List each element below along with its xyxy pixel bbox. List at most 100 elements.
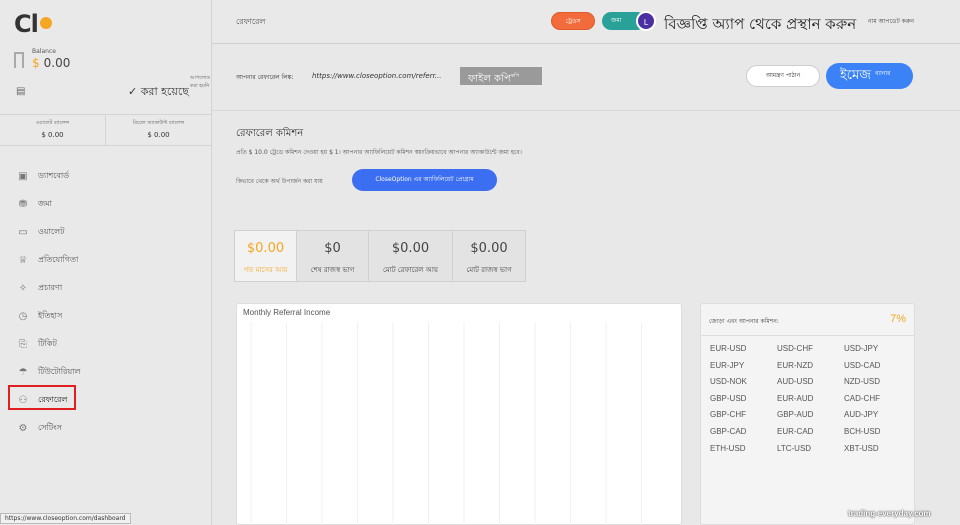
pairs-panel: জোড়া এবং আপনার কমিশন: 7% EUR-USD USD-CHF… (700, 303, 915, 525)
deposit-icon: ⛃ (18, 198, 28, 210)
sidebar-item-label: প্রতিযোগিতা (38, 254, 79, 264)
update-name-link[interactable]: নাম আপডেট করুন (868, 16, 914, 27)
divider (212, 110, 960, 111)
sidebar-item[interactable]: ◷ ইতিহাস (0, 302, 211, 330)
earn-text: কিভাবে থেকে অর্থ উপার্জন করা যায় (236, 178, 323, 185)
copy-sup: কপি (510, 73, 520, 79)
top-menu-text[interactable]: বিজ্ঞপ্তি অ্যাপ থেকে প্রস্থান করুন (664, 13, 856, 38)
sidebar-item[interactable]: ☂ টিউটোরিয়াল (0, 358, 211, 386)
real-account-balance: রিয়েল অ্যাকাউন্ট ব্যালেন্স $ 0.00 (106, 115, 211, 145)
stat-label: শেষ রাজস্ব ভাগ (310, 266, 355, 274)
commission-percent: 7% (890, 313, 906, 325)
pair-item: USD-JPY (844, 344, 879, 353)
wallet-balance: ওয়ালেট ব্যালেন্স $ 0.00 (0, 115, 106, 145)
sidebar-item-label: জমা (38, 198, 52, 208)
real-balance-value: $ 0.00 (147, 131, 170, 139)
sidebar-item[interactable]: ▣ ড্যাশবোর্ড (0, 162, 211, 190)
pair-item: EUR-NZD (777, 360, 813, 370)
topbar: রেফারেল ট্রেডস জমা L বিজ্ঞপ্তি অ্যাপ থেক… (212, 0, 960, 44)
page-title: রেফারেল (236, 17, 266, 26)
referral-link-value[interactable]: https://www.closeoption.com/referr... (312, 72, 442, 80)
pair-item: EUR-CAD (777, 426, 814, 436)
sidebar-item-label: টিকিট (38, 338, 57, 348)
copy-link-button[interactable]: ফাইল কপিকপি (460, 67, 542, 85)
wallet-summary: ওয়ালেট ব্যালেন্স $ 0.00 রিয়েল অ্যাকাউন… (0, 114, 211, 146)
image-banner-button[interactable]: ইমেজ ব্যানার (826, 63, 913, 89)
balance-label: Balance (32, 48, 56, 55)
history-icon: ◷ (18, 310, 28, 322)
stat-value: $0.00 (470, 241, 508, 256)
pairs-label: জোড়া এবং আপনার কমিশন: (709, 318, 779, 325)
trades-button[interactable]: ট্রেডস (551, 12, 595, 30)
stat-label: মোট রেফারেল আয় (382, 266, 439, 274)
sidebar: Cl Balance $0.00 ▤ আপলোড করা হয়নি ✓ করা… (0, 0, 212, 525)
wallet-balance-label: ওয়ালেট ব্যালেন্স (35, 120, 70, 126)
logo-dot-icon (39, 17, 52, 29)
sidebar-item[interactable]: ⛃ জমা (0, 190, 211, 218)
sidebar-item-label: ড্যাশবোর্ড (38, 170, 70, 180)
pair-item: GBP-AUD (777, 410, 814, 420)
sidebar-item[interactable]: ▭ ওয়ালেট (0, 218, 211, 246)
sidebar-item[interactable]: ✧ প্রচারণা (0, 274, 211, 302)
stat-label: মোট রাজস্ব ভাগ (466, 266, 512, 274)
stat-tab[interactable]: $0.00 গত মাসের আয় (235, 231, 297, 281)
stat-tab[interactable]: $0.00 মোট রাজস্ব ভাগ (453, 231, 525, 281)
sidebar-item-label: ইতিহাস (38, 310, 63, 320)
wallet-balance-value: $ 0.00 (41, 131, 64, 139)
id-card-icon: ▤ (16, 86, 26, 97)
pair-item: AUD-JPY (844, 410, 879, 420)
stat-value: $0.00 (246, 241, 285, 256)
status-url: https://www.closeoption.com/dashboard (0, 513, 131, 524)
pair-item: NZD-USD (844, 377, 880, 387)
sidebar-item[interactable]: ⎘ টিকিট (0, 330, 211, 358)
stat-value: $0 (324, 241, 341, 256)
pair-item: LTC-USD (777, 443, 812, 453)
stat-tab[interactable]: $0.00 মোট রেফারেল আয় (369, 231, 453, 281)
sidebar-item-label: সেটিংস (38, 422, 62, 432)
pair-item: EUR-USD (710, 344, 747, 353)
verify-status: ✓ করা হয়েছে (128, 85, 189, 98)
pair-item: XBT-USD (844, 443, 879, 453)
highlight-box (8, 385, 76, 410)
chart-title: Monthly Referral Income (243, 308, 331, 317)
pair-item: AUD-USD (777, 377, 814, 387)
real-balance-label: রিয়েল অ্যাকাউন্ট ব্যালেন্স (132, 120, 185, 126)
sidebar-item[interactable]: ⚙ সেটিংস (0, 414, 211, 442)
pair-item: GBP-CHF (710, 410, 746, 420)
dashboard-icon: ▣ (18, 170, 28, 182)
sidebar-item-label: টিউটোরিয়াল (38, 366, 81, 376)
pair-item: ETH-USD (710, 443, 746, 453)
stat-value: $0.00 (391, 241, 430, 256)
pair-item: USD-CHF (777, 344, 813, 353)
pair-item: BCH-USD (844, 426, 881, 436)
pair-item: GBP-CAD (710, 426, 747, 436)
pair-item: USD-CAD (844, 360, 881, 370)
chart-card: Monthly Referral Income (236, 303, 682, 525)
balance-currency: $ (32, 56, 40, 70)
balance-value: $0.00 (32, 56, 70, 70)
image-label: ইমেজ (840, 68, 871, 83)
pair-item: EUR-JPY (710, 360, 745, 370)
logo-text: Cl (14, 10, 39, 38)
chart-grid (250, 322, 642, 525)
avatar[interactable]: L (636, 11, 656, 31)
send-invite-button[interactable]: আমন্ত্রণ পাঠান (746, 65, 820, 87)
copy-label: ফাইল কপি (468, 73, 511, 85)
sidebar-item[interactable]: ♕ প্রতিযোগিতা (0, 246, 211, 274)
wallet-icon: ▭ (18, 226, 28, 238)
pairs-grid: EUR-USD USD-CHF USD-JPY EUR-JPY EUR-NZD USD-C… (710, 344, 910, 455)
pair-item: USD-NOK (710, 377, 747, 387)
promotion-icon: ✧ (18, 282, 28, 294)
affiliate-program-button[interactable]: CloseOption এর অ্যাফিলিয়েট প্রোগ্রাম (352, 169, 497, 191)
commission-title: রেফারেল কমিশন (236, 128, 304, 139)
bookmark-icon (14, 52, 24, 68)
balance-amount: 0.00 (43, 56, 71, 70)
pair-item: CAD-CHF (844, 393, 880, 403)
pair-item: GBP-USD (710, 393, 747, 403)
logo[interactable]: Cl (14, 10, 52, 38)
stat-tab[interactable]: $0 শেষ রাজস্ব ভাগ (297, 231, 369, 281)
tutorial-icon: ☂ (18, 366, 28, 378)
watermark: trading-everyday.com (848, 509, 931, 518)
sidebar-item-label: ওয়ালেট (38, 226, 65, 236)
trophy-icon: ♕ (18, 254, 28, 266)
